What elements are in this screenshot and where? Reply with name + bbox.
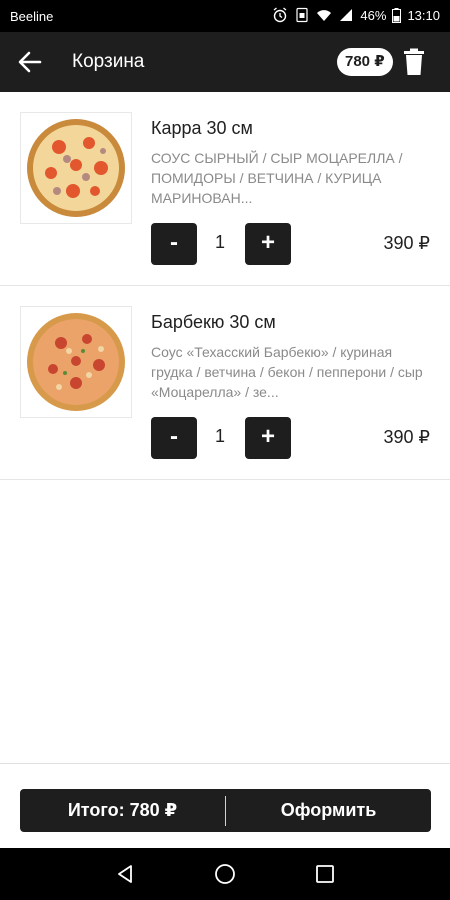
home-circle-icon[interactable] (213, 862, 237, 886)
item-description: Соус «Техасский Барбекю» / куриная грудк… (151, 344, 423, 400)
clock: 13:10 (407, 7, 440, 23)
checkout-bar: Итого: 780 ₽ Оформить (20, 789, 431, 832)
back-triangle-icon[interactable] (113, 862, 137, 886)
item-price: 390 ₽ (383, 427, 431, 447)
page-title: Корзина (72, 51, 145, 72)
checkout-button[interactable]: Оформить (226, 800, 431, 821)
decrease-quantity-button[interactable]: - (151, 417, 197, 459)
bottom-divider (0, 763, 450, 764)
app-bar: Корзина 780 ₽ (0, 32, 450, 92)
navigation-bar (0, 848, 450, 900)
cart-item: Карра 30 см СОУС СЫРНЫЙ / СЫР МОЦАРЕЛЛА … (0, 92, 450, 286)
pizza-bbq-image (20, 306, 132, 418)
signal-icon (340, 9, 353, 21)
cart-total-badge: 780 ₽ (337, 48, 393, 76)
pizza-carra-image (20, 112, 132, 224)
order-total: Итого: 780 ₽ (67, 800, 178, 820)
status-indicators: 46% 13:10 (272, 7, 440, 23)
checkout-divider (225, 795, 226, 826)
item-title: Карра 30 см (151, 118, 253, 138)
sim-icon (296, 7, 309, 23)
item-description: СОУС СЫРНЫЙ / СЫР МОЦАРЕЛЛА / ПОМИДОРЫ /… (151, 150, 403, 206)
battery-icon (392, 7, 402, 23)
increase-quantity-button[interactable]: + (245, 223, 291, 265)
decrease-quantity-button[interactable]: - (151, 223, 197, 265)
trash-icon[interactable] (403, 48, 425, 76)
quantity-value: 1 (214, 426, 225, 446)
recents-square-icon[interactable] (313, 862, 337, 886)
cart-item: Барбекю 30 см Соус «Техасский Барбекю» /… (0, 286, 450, 480)
wifi-icon (317, 10, 332, 21)
item-title: Барбекю 30 см (151, 312, 276, 332)
status-bar: Beeline 46% 13:10 (0, 0, 450, 32)
item-price: 390 ₽ (383, 233, 431, 253)
back-arrow-icon[interactable] (14, 46, 46, 78)
quantity-value: 1 (214, 232, 225, 252)
battery-level: 46% (360, 7, 387, 23)
cart-list: Карра 30 см СОУС СЫРНЫЙ / СЫР МОЦАРЕЛЛА … (0, 92, 450, 480)
carrier-name: Beeline (10, 9, 54, 24)
increase-quantity-button[interactable]: + (245, 417, 291, 459)
alarm-icon (274, 7, 287, 23)
